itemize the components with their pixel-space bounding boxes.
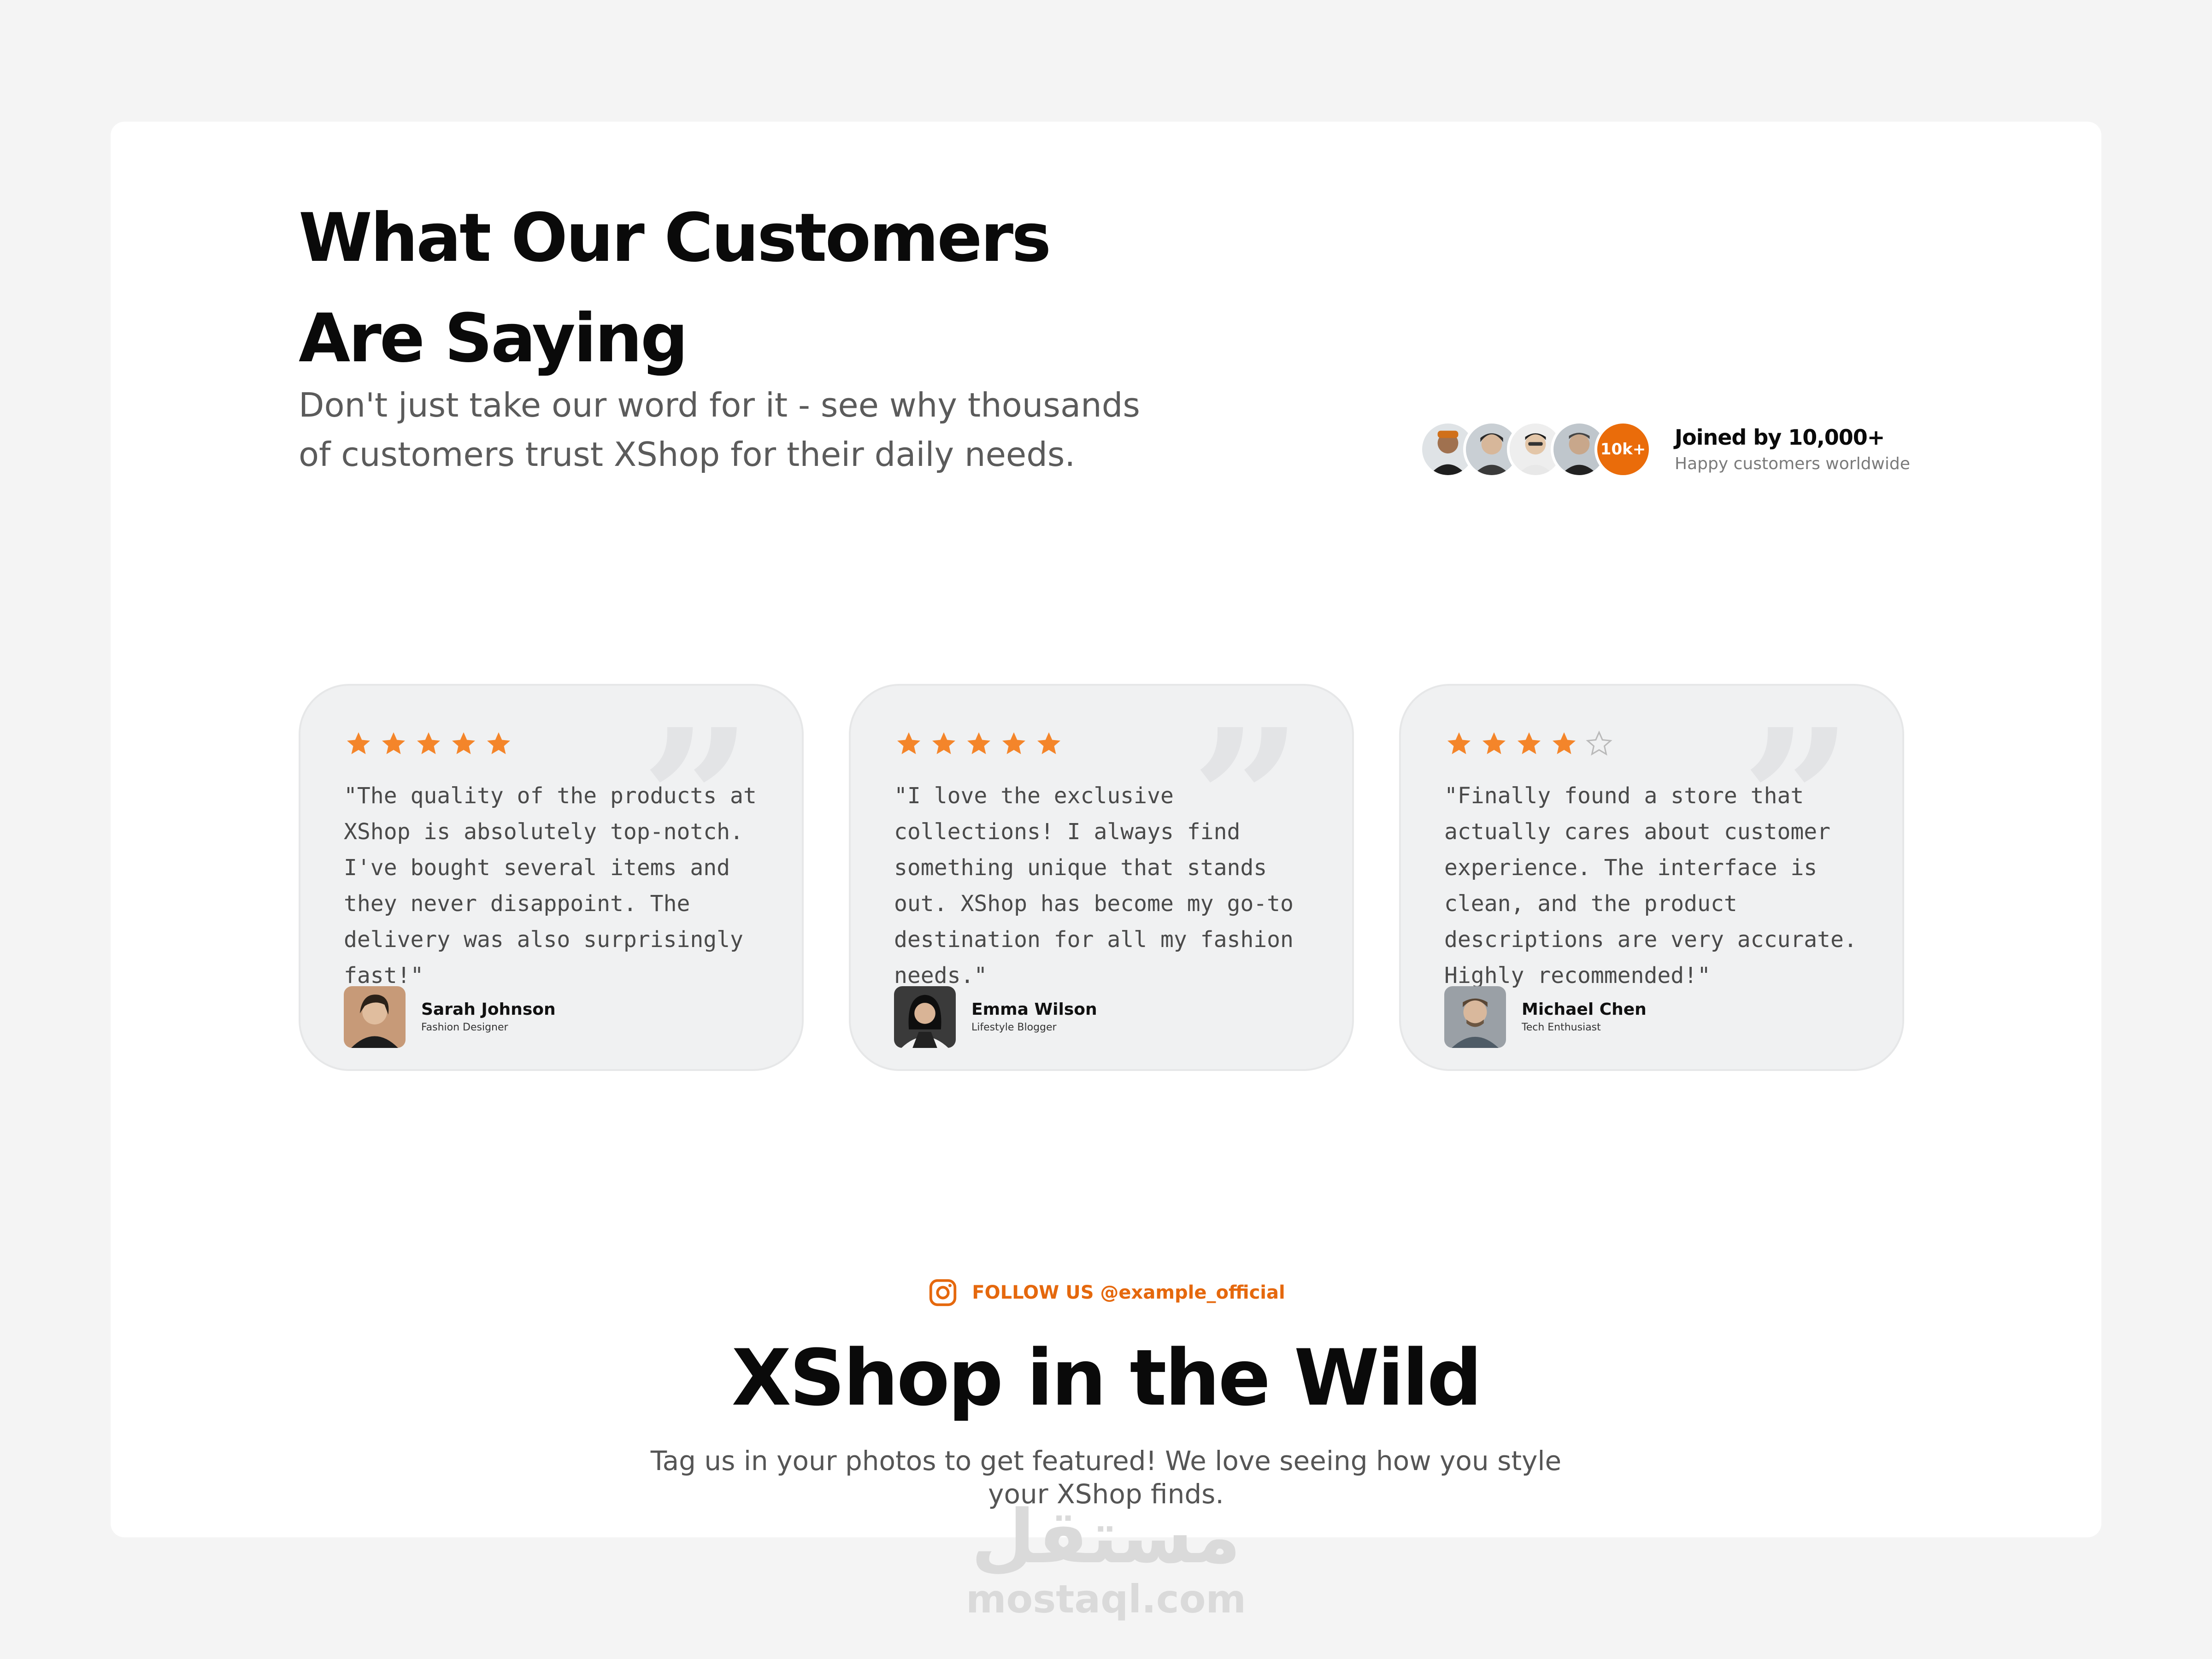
author-info: Emma Wilson Lifestyle Blogger [971, 999, 1097, 1035]
section-subtitle-line1: Don't just take our word for it - see wh… [299, 386, 1140, 424]
social-proof-text: Joined by 10,000+ Happy customers worldw… [1675, 423, 1910, 476]
star-rating [1445, 730, 1613, 758]
testimonial-card: ” "The quality of the products at XShop … [299, 684, 804, 1071]
author-name: Michael Chen [1522, 1000, 1647, 1019]
star-icon [1553, 732, 1576, 754]
author-name: Sarah Johnson [421, 1000, 556, 1019]
star-icon [967, 732, 990, 754]
star-icon [382, 732, 405, 754]
follow-us-link[interactable]: FOLLOW US @example_official [0, 1277, 2212, 1309]
testimonial-author: Michael Chen Tech Enthusiast [1444, 986, 1647, 1048]
star-outline-icon [1586, 730, 1612, 756]
watermark-logo: مستقل mostaql.com [0, 1498, 2212, 1622]
author-name: Emma Wilson [971, 1000, 1097, 1019]
avatar [1444, 986, 1506, 1048]
star-icon [1518, 732, 1541, 754]
section-title-line1: What Our Customers [299, 199, 1051, 277]
star-icon [487, 732, 510, 754]
testimonial-text: "I love the exclusive collections! I alw… [894, 783, 1294, 988]
star-rating [345, 730, 512, 758]
author-info: Sarah Johnson Fashion Designer [421, 999, 556, 1035]
testimonial-author: Emma Wilson Lifestyle Blogger [894, 986, 1097, 1048]
section-title: What Our Customers Are Saying [299, 188, 1174, 389]
star-icon [1037, 732, 1060, 754]
testimonial-text: "Finally found a store that actually car… [1444, 783, 1857, 988]
gallery-title: XShop in the Wild [731, 1333, 1482, 1423]
testimonial-author: Sarah Johnson Fashion Designer [344, 986, 556, 1048]
section-subtitle: Don't just take our word for it - see wh… [299, 381, 1174, 479]
testimonial-card: ” "I love the exclusive collections! I a… [849, 684, 1354, 1071]
customer-count-badge: 10k+ [1594, 421, 1652, 478]
avatar [344, 986, 406, 1048]
section-title-line2: Are Saying [299, 300, 688, 377]
star-icon [452, 732, 475, 754]
star-icon [417, 732, 440, 754]
section-subtitle-line2: of customers trust XShop for their daily… [299, 435, 1076, 474]
star-rating [895, 730, 1063, 758]
social-proof: 10k+ Joined by 10,000+ Happy customers w… [1419, 419, 1910, 479]
author-role: Fashion Designer [421, 1022, 508, 1033]
testimonial-card: ” "Finally found a store that actually c… [1399, 684, 1904, 1071]
star-icon [347, 732, 370, 754]
avatar [894, 986, 956, 1048]
star-icon [1002, 732, 1025, 754]
star-icon [932, 732, 955, 754]
testimonial-text: "The quality of the products at XShop is… [344, 783, 757, 988]
watermark-latin: mostaql.com [966, 1577, 1246, 1622]
instagram-icon [930, 1279, 957, 1306]
star-icon [897, 732, 920, 754]
social-proof-subtitle: Happy customers worldwide [1675, 454, 1910, 473]
watermark-arabic: مستقل [971, 1494, 1241, 1580]
avatar-stack: 10k+ [1419, 421, 1654, 478]
author-info: Michael Chen Tech Enthusiast [1522, 999, 1647, 1035]
author-role: Tech Enthusiast [1522, 1022, 1601, 1033]
star-icon [1447, 732, 1471, 754]
follow-us-text[interactable]: FOLLOW US @example_official [972, 1282, 1285, 1303]
star-icon [1483, 732, 1506, 754]
social-proof-title: Joined by 10,000+ [1675, 425, 1885, 450]
author-role: Lifestyle Blogger [971, 1022, 1057, 1033]
